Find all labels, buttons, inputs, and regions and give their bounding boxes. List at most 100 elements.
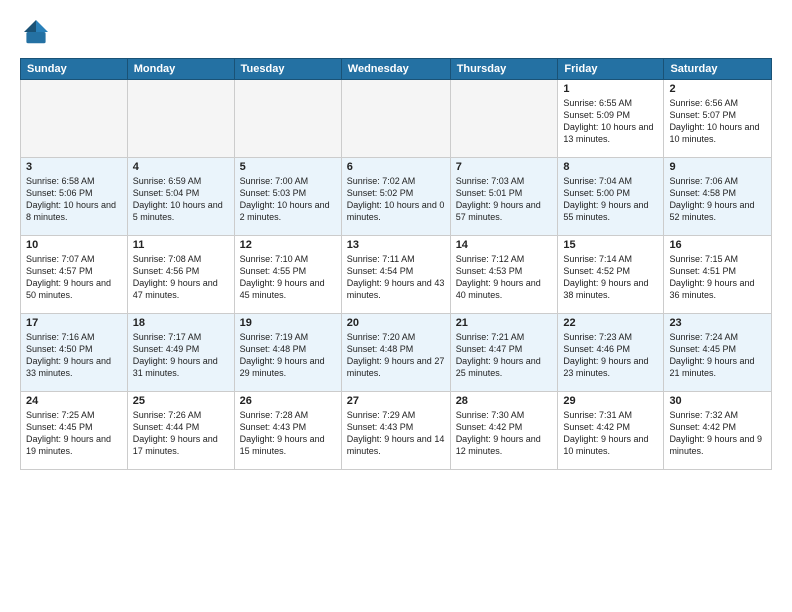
calendar-cell: 23 Sunrise: 7:24 AM Sunset: 4:45 PM Dayli… (664, 314, 772, 392)
day-info: Sunrise: 7:11 AM Sunset: 4:54 PM Dayligh… (347, 253, 445, 302)
day-info: Sunrise: 7:30 AM Sunset: 4:42 PM Dayligh… (456, 409, 553, 458)
calendar-cell: 13 Sunrise: 7:11 AM Sunset: 4:54 PM Dayli… (341, 236, 450, 314)
day-number: 20 (347, 317, 445, 329)
week-row-5: 24 Sunrise: 7:25 AM Sunset: 4:45 PM Dayli… (21, 392, 772, 470)
header (20, 16, 772, 48)
day-info: Sunrise: 7:06 AM Sunset: 4:58 PM Dayligh… (669, 175, 766, 224)
day-info: Sunrise: 7:28 AM Sunset: 4:43 PM Dayligh… (240, 409, 336, 458)
day-info: Sunrise: 7:25 AM Sunset: 4:45 PM Dayligh… (26, 409, 122, 458)
calendar-cell: 16 Sunrise: 7:15 AM Sunset: 4:51 PM Dayli… (664, 236, 772, 314)
day-number: 15 (563, 239, 658, 251)
week-row-3: 10 Sunrise: 7:07 AM Sunset: 4:57 PM Dayli… (21, 236, 772, 314)
day-number: 21 (456, 317, 553, 329)
calendar-cell: 22Sunrise: 7:23 AM Sunset: 4:46 PM Dayli… (558, 314, 664, 392)
weekday-header-thursday: Thursday (450, 59, 558, 80)
day-info: Sunrise: 7:15 AM Sunset: 4:51 PM Dayligh… (669, 253, 766, 302)
day-info: Sunrise: 7:29 AM Sunset: 4:43 PM Dayligh… (347, 409, 445, 458)
day-number: 25 (133, 395, 229, 407)
day-info: Sunrise: 7:14 AM Sunset: 4:52 PM Dayligh… (563, 253, 658, 302)
day-info: Sunrise: 7:21 AM Sunset: 4:47 PM Dayligh… (456, 331, 553, 380)
weekday-header-tuesday: Tuesday (234, 59, 341, 80)
day-info: Sunrise: 7:10 AM Sunset: 4:55 PM Dayligh… (240, 253, 336, 302)
day-number: 6 (347, 161, 445, 173)
day-info: Sunrise: 7:02 AM Sunset: 5:02 PM Dayligh… (347, 175, 445, 224)
calendar-cell: 20Sunrise: 7:20 AM Sunset: 4:48 PM Dayli… (341, 314, 450, 392)
calendar-cell: 18 Sunrise: 7:17 AM Sunset: 4:49 PM Dayli… (127, 314, 234, 392)
calendar-cell: 24 Sunrise: 7:25 AM Sunset: 4:45 PM Dayli… (21, 392, 128, 470)
calendar-cell: 25 Sunrise: 7:26 AM Sunset: 4:44 PM Dayli… (127, 392, 234, 470)
page: SundayMondayTuesdayWednesdayThursdayFrid… (0, 0, 792, 612)
day-info: Sunrise: 7:17 AM Sunset: 4:49 PM Dayligh… (133, 331, 229, 380)
calendar-cell: 8 Sunrise: 7:04 AM Sunset: 5:00 PM Daylig… (558, 158, 664, 236)
logo-icon (20, 16, 52, 48)
calendar-cell: 28 Sunrise: 7:30 AM Sunset: 4:42 PM Dayli… (450, 392, 558, 470)
day-number: 18 (133, 317, 229, 329)
calendar-cell (21, 80, 128, 158)
calendar-cell: 19 Sunrise: 7:19 AM Sunset: 4:48 PM Dayli… (234, 314, 341, 392)
weekday-header-row: SundayMondayTuesdayWednesdayThursdayFrid… (21, 59, 772, 80)
weekday-header-sunday: Sunday (21, 59, 128, 80)
calendar-cell: 5Sunrise: 7:00 AM Sunset: 5:03 PM Daylig… (234, 158, 341, 236)
calendar-cell (234, 80, 341, 158)
logo (20, 16, 58, 48)
day-number: 9 (669, 161, 766, 173)
calendar-cell: 2Sunrise: 6:56 AM Sunset: 5:07 PM Daylig… (664, 80, 772, 158)
calendar-cell: 10 Sunrise: 7:07 AM Sunset: 4:57 PM Dayli… (21, 236, 128, 314)
calendar-cell: 17 Sunrise: 7:16 AM Sunset: 4:50 PM Dayli… (21, 314, 128, 392)
week-row-2: 3 Sunrise: 6:58 AM Sunset: 5:06 PM Daylig… (21, 158, 772, 236)
day-number: 26 (240, 395, 336, 407)
day-number: 19 (240, 317, 336, 329)
day-number: 17 (26, 317, 122, 329)
day-info: Sunrise: 6:56 AM Sunset: 5:07 PM Dayligh… (669, 97, 766, 146)
calendar-cell: 29 Sunrise: 7:31 AM Sunset: 4:42 PM Dayli… (558, 392, 664, 470)
calendar-cell: 1Sunrise: 6:55 AM Sunset: 5:09 PM Daylig… (558, 80, 664, 158)
day-number: 30 (669, 395, 766, 407)
calendar-cell: 21 Sunrise: 7:21 AM Sunset: 4:47 PM Dayli… (450, 314, 558, 392)
calendar-cell: 27Sunrise: 7:29 AM Sunset: 4:43 PM Dayli… (341, 392, 450, 470)
day-number: 29 (563, 395, 658, 407)
calendar-cell (127, 80, 234, 158)
weekday-header-friday: Friday (558, 59, 664, 80)
day-number: 7 (456, 161, 553, 173)
calendar-cell: 30 Sunrise: 7:32 AM Sunset: 4:42 PM Dayli… (664, 392, 772, 470)
calendar-table: SundayMondayTuesdayWednesdayThursdayFrid… (20, 58, 772, 470)
week-row-1: 1Sunrise: 6:55 AM Sunset: 5:09 PM Daylig… (21, 80, 772, 158)
day-number: 10 (26, 239, 122, 251)
day-number: 12 (240, 239, 336, 251)
calendar-cell (450, 80, 558, 158)
day-info: Sunrise: 7:32 AM Sunset: 4:42 PM Dayligh… (669, 409, 766, 458)
day-info: Sunrise: 7:16 AM Sunset: 4:50 PM Dayligh… (26, 331, 122, 380)
calendar-cell: 3 Sunrise: 6:58 AM Sunset: 5:06 PM Daylig… (21, 158, 128, 236)
calendar-cell: 4 Sunrise: 6:59 AM Sunset: 5:04 PM Daylig… (127, 158, 234, 236)
day-info: Sunrise: 7:07 AM Sunset: 4:57 PM Dayligh… (26, 253, 122, 302)
calendar-cell: 6 Sunrise: 7:02 AM Sunset: 5:02 PM Daylig… (341, 158, 450, 236)
day-info: Sunrise: 7:08 AM Sunset: 4:56 PM Dayligh… (133, 253, 229, 302)
day-info: Sunrise: 6:59 AM Sunset: 5:04 PM Dayligh… (133, 175, 229, 224)
day-info: Sunrise: 7:12 AM Sunset: 4:53 PM Dayligh… (456, 253, 553, 302)
day-number: 3 (26, 161, 122, 173)
day-number: 28 (456, 395, 553, 407)
day-number: 22 (563, 317, 658, 329)
day-info: Sunrise: 6:58 AM Sunset: 5:06 PM Dayligh… (26, 175, 122, 224)
weekday-header-saturday: Saturday (664, 59, 772, 80)
day-info: Sunrise: 7:26 AM Sunset: 4:44 PM Dayligh… (133, 409, 229, 458)
day-info: Sunrise: 7:04 AM Sunset: 5:00 PM Dayligh… (563, 175, 658, 224)
day-number: 5 (240, 161, 336, 173)
day-number: 13 (347, 239, 445, 251)
calendar-cell: 15 Sunrise: 7:14 AM Sunset: 4:52 PM Dayli… (558, 236, 664, 314)
day-info: Sunrise: 7:31 AM Sunset: 4:42 PM Dayligh… (563, 409, 658, 458)
day-number: 23 (669, 317, 766, 329)
day-info: Sunrise: 6:55 AM Sunset: 5:09 PM Dayligh… (563, 97, 658, 146)
weekday-header-wednesday: Wednesday (341, 59, 450, 80)
calendar-cell: 11Sunrise: 7:08 AM Sunset: 4:56 PM Dayli… (127, 236, 234, 314)
day-info: Sunrise: 7:24 AM Sunset: 4:45 PM Dayligh… (669, 331, 766, 380)
day-info: Sunrise: 7:03 AM Sunset: 5:01 PM Dayligh… (456, 175, 553, 224)
day-info: Sunrise: 7:19 AM Sunset: 4:48 PM Dayligh… (240, 331, 336, 380)
day-number: 24 (26, 395, 122, 407)
calendar-cell: 7 Sunrise: 7:03 AM Sunset: 5:01 PM Daylig… (450, 158, 558, 236)
day-number: 4 (133, 161, 229, 173)
calendar-cell: 9 Sunrise: 7:06 AM Sunset: 4:58 PM Daylig… (664, 158, 772, 236)
day-number: 16 (669, 239, 766, 251)
weekday-header-monday: Monday (127, 59, 234, 80)
day-number: 8 (563, 161, 658, 173)
